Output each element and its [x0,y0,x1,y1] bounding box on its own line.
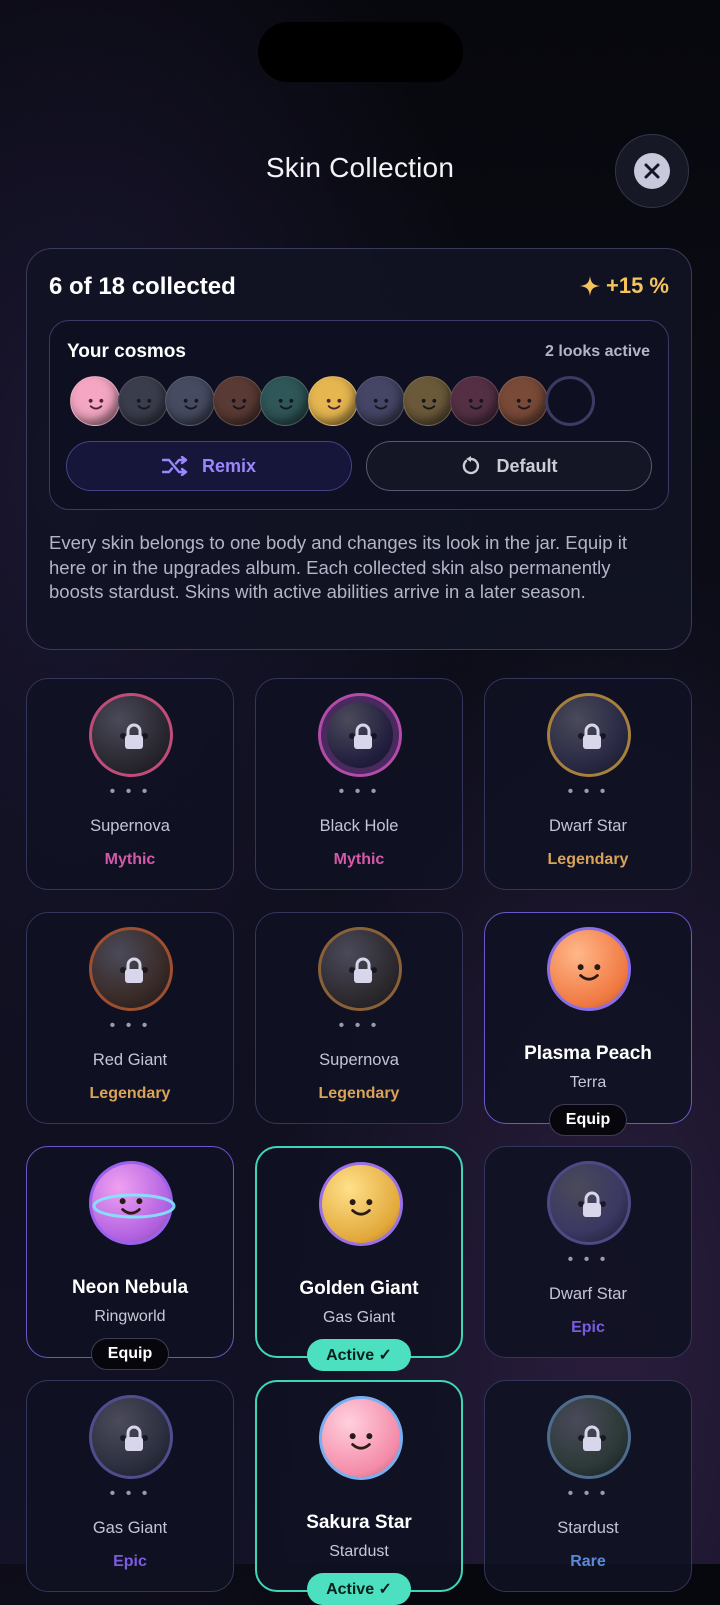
lock-icon [120,723,148,749]
locked-skin-avatar [89,1395,173,1479]
hidden-name-dots: • • • [338,1017,380,1034]
sparkle-icon [580,276,600,296]
skin-name: Black Hole [319,817,399,835]
cosmos-orb [260,376,310,426]
hidden-name-dots: • • • [338,783,380,800]
skin-card[interactable]: • • • Dwarf Star Epic [484,1146,692,1358]
cosmos-title: Your cosmos [67,341,186,362]
cosmos-orb [497,376,548,426]
skin-name: Sakura Star [306,1512,412,1533]
cosmos-orb [355,376,405,426]
skin-name: Gas Giant [92,1519,168,1537]
hidden-name-dots: • • • [567,783,609,800]
locked-skin-avatar [89,927,173,1011]
empty-orb-slot [545,376,595,426]
equip-button[interactable]: Equip [549,1104,627,1136]
lock-icon [578,1191,606,1217]
reset-icon [463,456,480,475]
skin-rarity: Epic [571,1319,605,1336]
active-badge: Active ✓ [307,1339,411,1371]
locked-skin-avatar [547,693,631,777]
shuffle-icon [161,456,188,476]
cosmos-orb [70,376,120,426]
skin-card[interactable]: • • • Stardust Rare [484,1380,692,1592]
skin-name: Dwarf Star [549,1285,627,1303]
skin-card[interactable]: Golden Giant Gas Giant Active ✓ [255,1146,463,1371]
skin-name: Red Giant [92,1051,168,1069]
skin-avatar [547,927,631,1011]
skin-name: Supernova [319,1051,399,1069]
bonus-value: +15 % [606,273,669,298]
lock-icon [349,723,377,749]
skin-card[interactable]: • • • Red Giant Legendary [26,912,234,1124]
default-label: Default [496,455,558,476]
cosmos-orb [165,376,215,426]
skin-body: Terra [569,1074,607,1091]
skin-avatar [319,1396,403,1480]
cosmos-orb [117,376,168,426]
skin-body: Gas Giant [322,1309,396,1326]
skin-rarity: Mythic [333,851,385,868]
cosmos-orb [307,376,358,426]
remix-button[interactable]: Remix [66,441,352,491]
skin-avatar [319,1162,403,1246]
skin-card[interactable]: Neon Nebula Ringworld Equip [26,1146,234,1370]
hidden-name-dots: • • • [109,1485,151,1502]
hidden-name-dots: • • • [109,1017,151,1034]
collection-description: Every skin belongs to one body and chang… [49,532,627,603]
skin-avatar [89,1161,176,1245]
skin-rarity: Rare [570,1553,606,1570]
skin-card[interactable]: • • • Supernova Mythic [26,678,234,890]
equip-button[interactable]: Equip [91,1338,169,1370]
hidden-name-dots: • • • [567,1485,609,1502]
skin-rarity: Legendary [89,1085,171,1102]
collection-summary-card: 6 of 18 collected +15 % Your cosmos 2 lo… [26,248,692,650]
skin-name: Stardust [557,1519,619,1537]
lock-icon [120,957,148,983]
your-cosmos-panel: Your cosmos 2 looks active Remix Default [49,320,669,510]
skin-name: Golden Giant [299,1278,419,1299]
skin-card[interactable]: Plasma Peach Terra Equip [484,912,692,1136]
cosmos-orb [402,376,453,426]
skin-name: Plasma Peach [524,1043,652,1064]
skin-name: Dwarf Star [549,817,627,835]
skin-card[interactable]: • • • Black Hole Mythic [255,678,463,890]
remix-label: Remix [201,455,257,476]
page-title: Skin Collection [265,152,455,183]
looks-active-count: 2 looks active [545,343,650,360]
close-button[interactable] [615,134,689,208]
locked-skin-avatar [547,1395,631,1479]
hidden-name-dots: • • • [109,783,151,800]
locked-skin-avatar [89,693,173,777]
skin-rarity: Legendary [318,1085,400,1102]
planet-ring [92,1193,176,1219]
locked-skin-avatar [318,927,402,1011]
cosmos-orb [212,376,263,426]
camera-notch [258,22,463,82]
cosmos-orb [450,376,500,426]
skin-rarity: Legendary [547,851,629,868]
lock-icon [578,1425,606,1451]
skin-rarity: Epic [113,1553,147,1570]
skin-card[interactable]: • • • Gas Giant Epic [26,1380,234,1592]
lock-icon [349,957,377,983]
skin-card[interactable]: Sakura Star Stardust Active ✓ [255,1380,463,1605]
locked-skin-avatar [547,1161,631,1245]
stardust-bonus: +15 % [580,273,669,299]
skin-body: Stardust [329,1543,389,1560]
default-button[interactable]: Default [366,441,652,491]
close-icon [634,153,670,189]
skin-body: Ringworld [94,1308,166,1325]
skin-card[interactable]: • • • Supernova Legendary [255,912,463,1124]
collected-count: 6 of 18 collected [49,273,236,300]
skin-rarity: Mythic [104,851,156,868]
lock-icon [578,723,606,749]
hidden-name-dots: • • • [567,1251,609,1268]
locked-skin-avatar [318,693,402,777]
skin-name: Neon Nebula [71,1277,189,1298]
active-badge: Active ✓ [307,1573,411,1605]
skin-card[interactable]: • • • Dwarf Star Legendary [484,678,692,890]
skin-name: Supernova [90,817,170,835]
lock-icon [120,1425,148,1451]
